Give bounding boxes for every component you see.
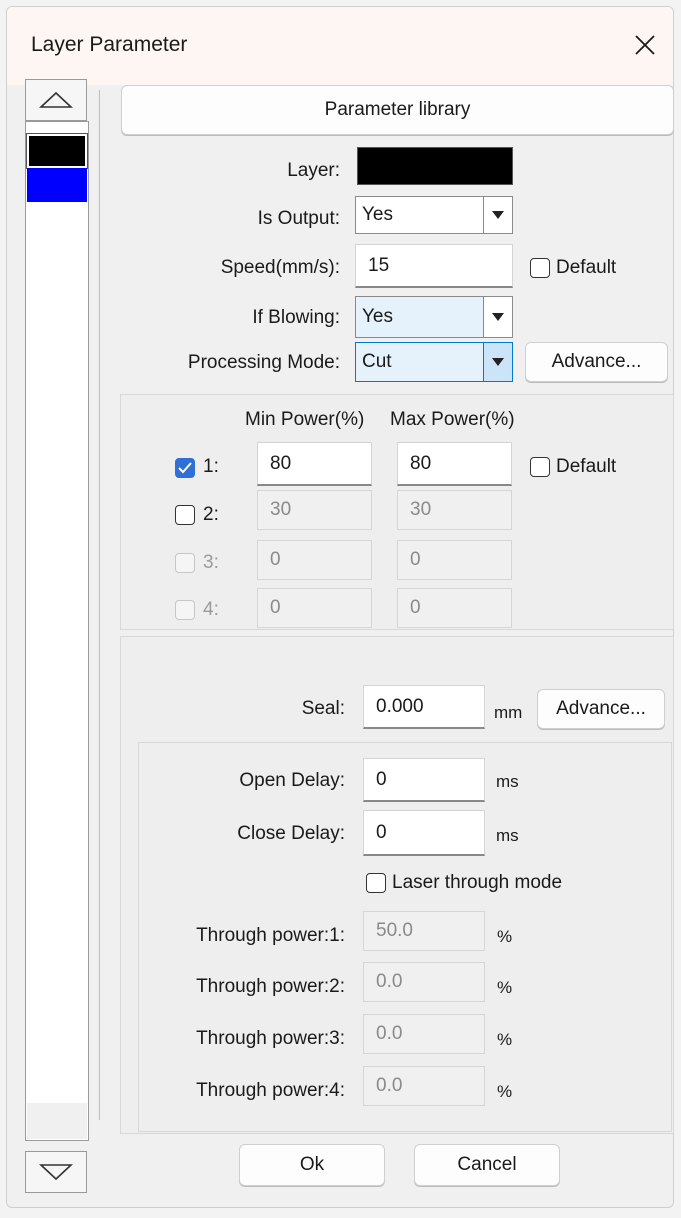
layer-label: Layer: — [287, 160, 340, 181]
list-footer — [27, 1103, 87, 1139]
min-power-header: Min Power(%) — [245, 409, 365, 430]
power-1-checkbox[interactable] — [175, 458, 195, 478]
window-title: Layer Parameter — [31, 33, 188, 56]
laser-through-checkbox[interactable] — [366, 873, 386, 893]
power-default-label: Default — [556, 456, 617, 477]
if-blowing-value: Yes — [362, 306, 393, 327]
if-blowing-select[interactable]: Yes — [355, 296, 513, 338]
processing-mode-value: Cut — [362, 351, 392, 372]
power-4-label: 4: — [203, 599, 219, 620]
cancel-button[interactable]: Cancel — [414, 1144, 560, 1186]
if-blowing-label: If Blowing: — [252, 307, 340, 328]
chevron-down-icon — [492, 211, 504, 219]
power-4-checkbox[interactable] — [175, 600, 195, 620]
through-power-2-unit: % — [497, 978, 513, 997]
power-3-label: 3: — [203, 552, 219, 573]
seal-label: Seal: — [301, 698, 345, 719]
triangle-up-icon — [39, 91, 73, 108]
layer-swatch-blue[interactable] — [27, 168, 87, 202]
is-output-value: Yes — [362, 204, 393, 225]
power-2-min-input[interactable]: 30 — [257, 490, 372, 530]
layer-color-box — [357, 147, 513, 185]
power-2-label: 2: — [203, 504, 219, 525]
power-default-checkbox[interactable] — [530, 457, 550, 477]
layer-list[interactable] — [25, 121, 89, 1141]
power-4-max-input[interactable]: 0 — [397, 588, 512, 628]
open-delay-unit: ms — [496, 772, 519, 791]
power-3-max-input[interactable]: 0 — [397, 540, 512, 580]
scroll-down-button[interactable] — [25, 1151, 87, 1193]
divider — [99, 90, 100, 1120]
through-power-2-label: Through power:2: — [196, 976, 345, 997]
chevron-down-icon — [492, 313, 504, 321]
close-delay-label: Close Delay: — [237, 823, 345, 844]
is-output-select[interactable]: Yes — [355, 196, 513, 234]
speed-default-label: Default — [556, 257, 617, 278]
triangle-down-icon — [39, 1164, 73, 1181]
check-icon — [178, 462, 192, 474]
through-power-3-input[interactable]: 0.0 — [363, 1014, 485, 1054]
scroll-up-button[interactable] — [25, 79, 87, 121]
seal-advance-button[interactable]: Advance... — [537, 689, 665, 729]
power-1-label: 1: — [203, 456, 219, 477]
through-power-4-label: Through power:4: — [196, 1080, 345, 1101]
power-2-max-input[interactable]: 30 — [397, 490, 512, 530]
processing-mode-label: Processing Mode: — [187, 352, 340, 373]
chevron-down-icon — [492, 358, 504, 366]
through-power-4-unit: % — [497, 1082, 513, 1101]
speed-input[interactable]: 15 — [355, 244, 513, 288]
is-output-label: Is Output: — [257, 208, 340, 229]
laser-through-label: Laser through mode — [392, 872, 563, 893]
close-button[interactable] — [625, 25, 665, 65]
power-4-min-input[interactable]: 0 — [257, 588, 372, 628]
power-3-checkbox[interactable] — [175, 553, 195, 573]
power-1-max-input[interactable]: 80 — [397, 442, 512, 486]
through-power-3-unit: % — [497, 1030, 513, 1049]
speed-default-checkbox[interactable] — [530, 258, 550, 278]
power-3-min-input[interactable]: 0 — [257, 540, 372, 580]
through-power-1-input[interactable]: 50.0 — [363, 911, 485, 951]
through-power-3-label: Through power:3: — [196, 1028, 345, 1049]
power-2-checkbox[interactable] — [175, 505, 195, 525]
open-delay-label: Open Delay: — [239, 770, 345, 791]
speed-label: Speed(mm/s): — [220, 257, 340, 278]
processing-mode-select[interactable]: Cut — [355, 342, 513, 382]
close-delay-input[interactable]: 0 — [363, 810, 485, 856]
seal-unit: mm — [494, 703, 523, 722]
layer-swatch-black[interactable] — [26, 133, 88, 169]
parameter-library-button[interactable]: Parameter library — [121, 85, 674, 135]
through-power-1-label: Through power:1: — [196, 925, 345, 946]
open-delay-input[interactable]: 0 — [363, 758, 485, 802]
through-power-2-input[interactable]: 0.0 — [363, 962, 485, 1002]
through-power-1-unit: % — [497, 927, 513, 946]
through-power-4-input[interactable]: 0.0 — [363, 1066, 485, 1106]
seal-input[interactable]: 0.000 — [363, 685, 485, 729]
ok-button[interactable]: Ok — [239, 1144, 385, 1186]
processing-advance-button[interactable]: Advance... — [525, 342, 668, 382]
max-power-header: Max Power(%) — [390, 409, 515, 430]
power-1-min-input[interactable]: 80 — [257, 442, 372, 486]
close-icon — [635, 35, 655, 55]
close-delay-unit: ms — [496, 826, 519, 845]
